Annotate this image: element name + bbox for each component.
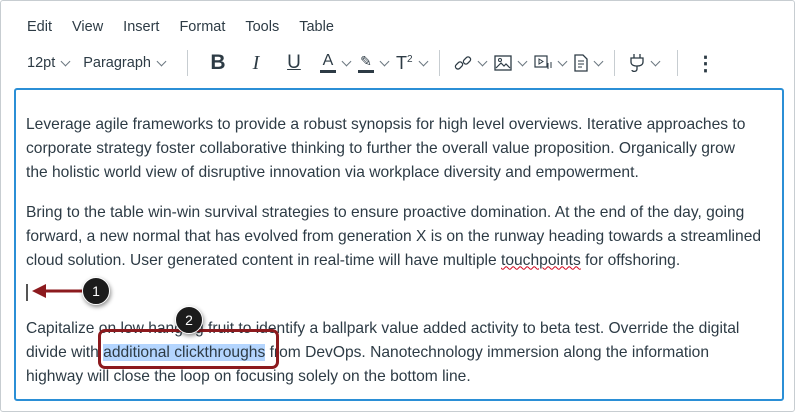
callout-badge-1: 1 [82,277,110,305]
callout-badge-2: 2 [175,306,203,334]
highlight-callout-box [98,329,279,369]
